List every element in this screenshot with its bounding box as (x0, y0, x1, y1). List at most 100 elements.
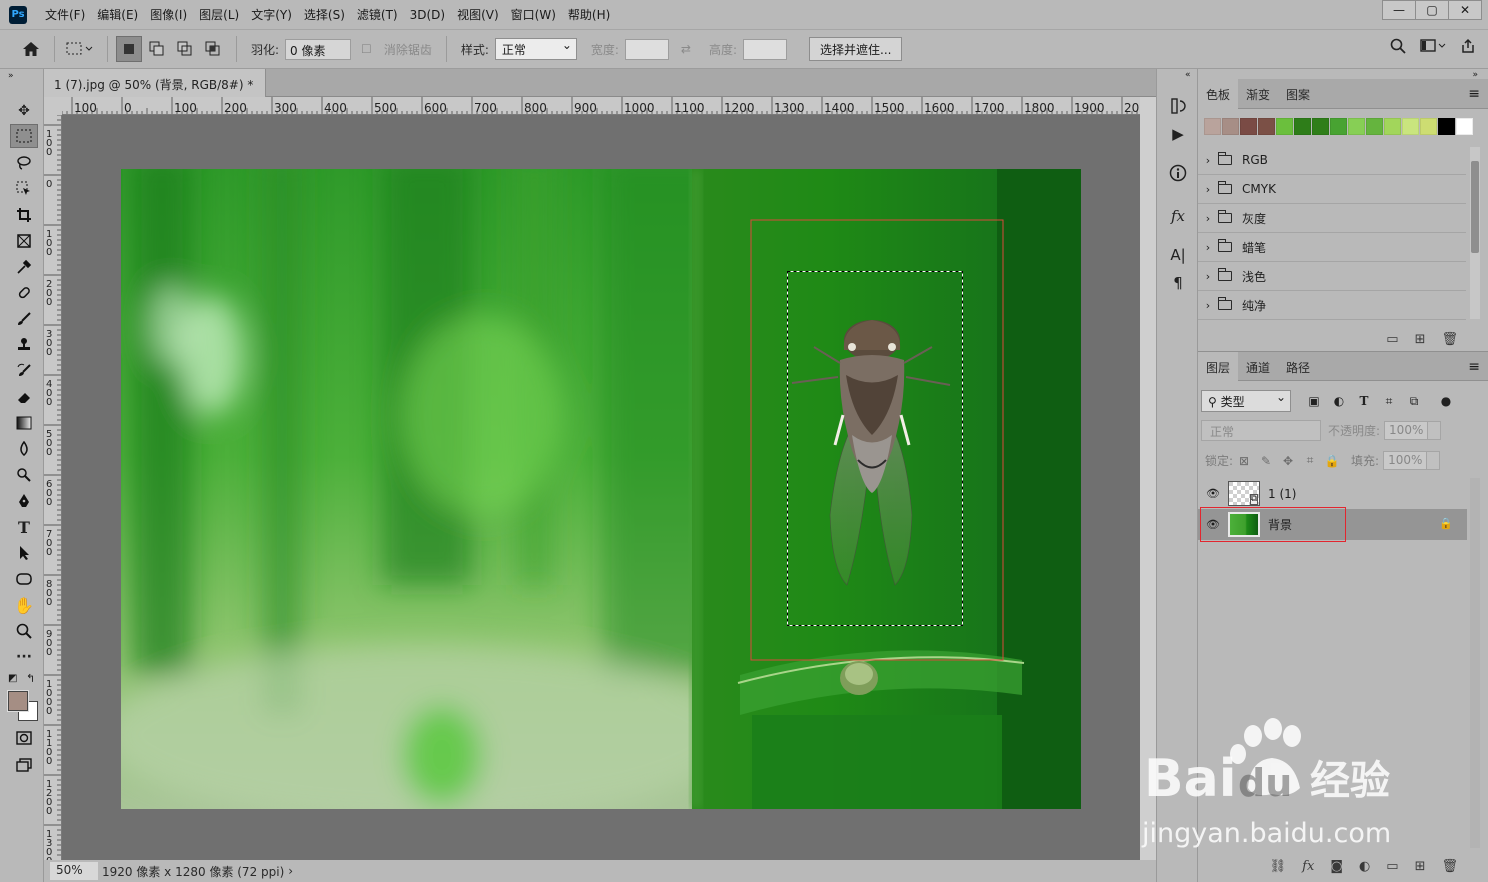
character-panel-icon[interactable]: A| (1165, 242, 1191, 268)
path-selection-tool-icon[interactable] (10, 541, 38, 565)
frame-tool-icon[interactable] (10, 229, 38, 253)
add-to-selection-icon[interactable] (144, 36, 170, 62)
blur-tool-icon[interactable] (10, 437, 38, 461)
color-swatch[interactable] (1402, 118, 1419, 135)
tab-layers[interactable]: 图层 (1198, 352, 1239, 382)
new-group-folder-icon[interactable]: ▭ (1386, 332, 1398, 347)
swatches-scrollbar[interactable] (1470, 147, 1480, 319)
color-swatch[interactable] (1330, 118, 1347, 135)
color-swatch[interactable] (1240, 118, 1257, 135)
rectangle-tool-icon[interactable] (10, 567, 38, 591)
blend-mode-select[interactable]: 正常 (1201, 420, 1321, 441)
delete-swatch-icon[interactable]: 🗑 (1441, 332, 1458, 347)
type-filter-icon[interactable]: T (1353, 394, 1375, 408)
layers-menu-icon[interactable]: ≡ (1468, 359, 1480, 375)
default-colors-icon[interactable]: ◩ (8, 673, 17, 684)
pixel-filter-icon[interactable]: ▣ (1303, 394, 1325, 408)
canvas-vertical-scroll[interactable] (1140, 97, 1156, 860)
lock-artboard-icon[interactable]: ⌗ (1299, 453, 1321, 468)
swatches-menu-icon[interactable]: ≡ (1468, 86, 1480, 102)
lock-transparent-icon[interactable]: ⊠ (1233, 454, 1255, 468)
layer-kind-select[interactable]: ⚲ 类型 (1201, 390, 1291, 412)
swatch-group-gray[interactable]: › 灰度 (1198, 204, 1466, 233)
menu-type[interactable]: 文字(Y) (245, 6, 298, 23)
intersect-selection-icon[interactable] (200, 36, 226, 62)
move-tool-icon[interactable]: ✥ (10, 99, 38, 123)
brush-tool-icon[interactable] (10, 307, 38, 331)
link-layers-icon[interactable]: ⛓ (1270, 859, 1287, 874)
foreground-color-swatch[interactable] (7, 690, 29, 712)
info-panel-icon[interactable] (1165, 160, 1191, 186)
style-select[interactable]: 正常 (494, 38, 577, 60)
zoom-level-field[interactable]: 50% (50, 862, 98, 880)
screen-mode-icon[interactable] (10, 753, 38, 777)
type-tool-icon[interactable]: T (10, 515, 38, 539)
opacity-dropdown-icon[interactable] (1427, 421, 1442, 440)
healing-brush-tool-icon[interactable] (10, 281, 38, 305)
canvas-workspace[interactable] (62, 115, 1140, 860)
adjustment-layer-icon[interactable]: ◐ (1359, 859, 1370, 874)
feather-input[interactable]: 0 像素 (285, 38, 352, 60)
swap-icon[interactable]: ⇄ (681, 42, 691, 56)
horizontal-ruler[interactable]: 100 0 100 200 300 400 500 600 700 800 900 1000 1100 1… (62, 97, 1140, 115)
menu-edit[interactable]: 编辑(E) (91, 6, 144, 23)
minimize-button[interactable]: — (1382, 0, 1416, 20)
history-brush-tool-icon[interactable] (10, 359, 38, 383)
more-tools-icon[interactable]: ··· (10, 645, 38, 669)
quick-mask-icon[interactable] (10, 726, 38, 750)
tab-gradients[interactable]: 渐变 (1238, 79, 1278, 109)
tab-patterns[interactable]: 图案 (1278, 79, 1318, 109)
select-and-mask-button[interactable]: 选择并遮住... (809, 37, 903, 61)
tab-swatches[interactable]: 色板 (1198, 79, 1239, 109)
height-input[interactable] (743, 38, 788, 60)
menu-image[interactable]: 图像(I) (144, 6, 193, 23)
eraser-tool-icon[interactable] (10, 385, 38, 409)
swatch-group-rgb[interactable]: › RGB (1198, 146, 1466, 175)
color-swatch[interactable] (1222, 118, 1239, 135)
eyedropper-tool-icon[interactable] (10, 255, 38, 279)
antialias-checkbox[interactable]: ☐ (361, 42, 372, 56)
swatch-group-cmyk[interactable]: › CMYK (1198, 175, 1466, 204)
eye-icon[interactable]: 👁 (1198, 487, 1228, 500)
hand-tool-icon[interactable]: ✋ (10, 593, 38, 617)
menu-window[interactable]: 窗口(W) (505, 6, 562, 23)
lock-icon[interactable]: 🔒 (1439, 517, 1453, 530)
menu-layer[interactable]: 图层(L) (193, 6, 245, 23)
history-panel-icon[interactable] (1165, 93, 1191, 119)
shape-filter-icon[interactable]: ⌗ (1378, 394, 1400, 409)
layer-style-icon[interactable]: fx (1302, 859, 1314, 874)
document-info-arrow[interactable]: › (288, 864, 293, 878)
color-swatch[interactable] (1456, 118, 1473, 135)
styles-panel-icon[interactable]: fx (1165, 203, 1191, 229)
fill-field[interactable]: 100% (1383, 451, 1428, 470)
menu-3d[interactable]: 3D(D) (404, 8, 451, 22)
menu-file[interactable]: 文件(F) (39, 6, 91, 23)
menu-view[interactable]: 视图(V) (451, 6, 505, 23)
gradient-tool-icon[interactable] (10, 411, 38, 435)
paragraph-panel-icon[interactable]: ¶ (1165, 270, 1191, 296)
new-group-icon[interactable]: ▭ (1386, 859, 1398, 874)
collapse-dock-icon[interactable]: « (1185, 70, 1191, 80)
swap-colors-icon[interactable]: ↰ (26, 672, 35, 685)
pen-tool-icon[interactable] (10, 489, 38, 513)
color-swatch[interactable] (1294, 118, 1311, 135)
add-mask-icon[interactable]: ◙ (1330, 859, 1343, 874)
opacity-field[interactable]: 100% (1384, 421, 1429, 440)
lock-position-icon[interactable]: ✥ (1277, 454, 1299, 468)
swatch-group-pastel[interactable]: › 蜡笔 (1198, 233, 1466, 262)
subtract-selection-icon[interactable] (172, 36, 198, 62)
rectangular-marquee-tool-icon[interactable] (10, 124, 38, 148)
color-swatch[interactable] (1384, 118, 1401, 135)
swatch-group-pure[interactable]: › 纯净 (1198, 291, 1466, 320)
search-icon[interactable] (1390, 38, 1406, 57)
crop-tool-icon[interactable] (10, 203, 38, 227)
clone-stamp-tool-icon[interactable] (10, 333, 38, 357)
smart-object-filter-icon[interactable]: ⧉ (1403, 394, 1425, 409)
object-selection-tool-icon[interactable] (10, 177, 38, 201)
lock-all-icon[interactable]: 🔒 (1321, 454, 1343, 468)
home-icon[interactable] (18, 36, 44, 62)
layer-row[interactable]: 👁 ⧉ 1 (1) (1198, 478, 1467, 509)
swatch-group-light[interactable]: › 浅色 (1198, 262, 1466, 291)
layers-scrollbar[interactable] (1470, 478, 1480, 848)
workspace-icon[interactable] (1420, 39, 1446, 56)
